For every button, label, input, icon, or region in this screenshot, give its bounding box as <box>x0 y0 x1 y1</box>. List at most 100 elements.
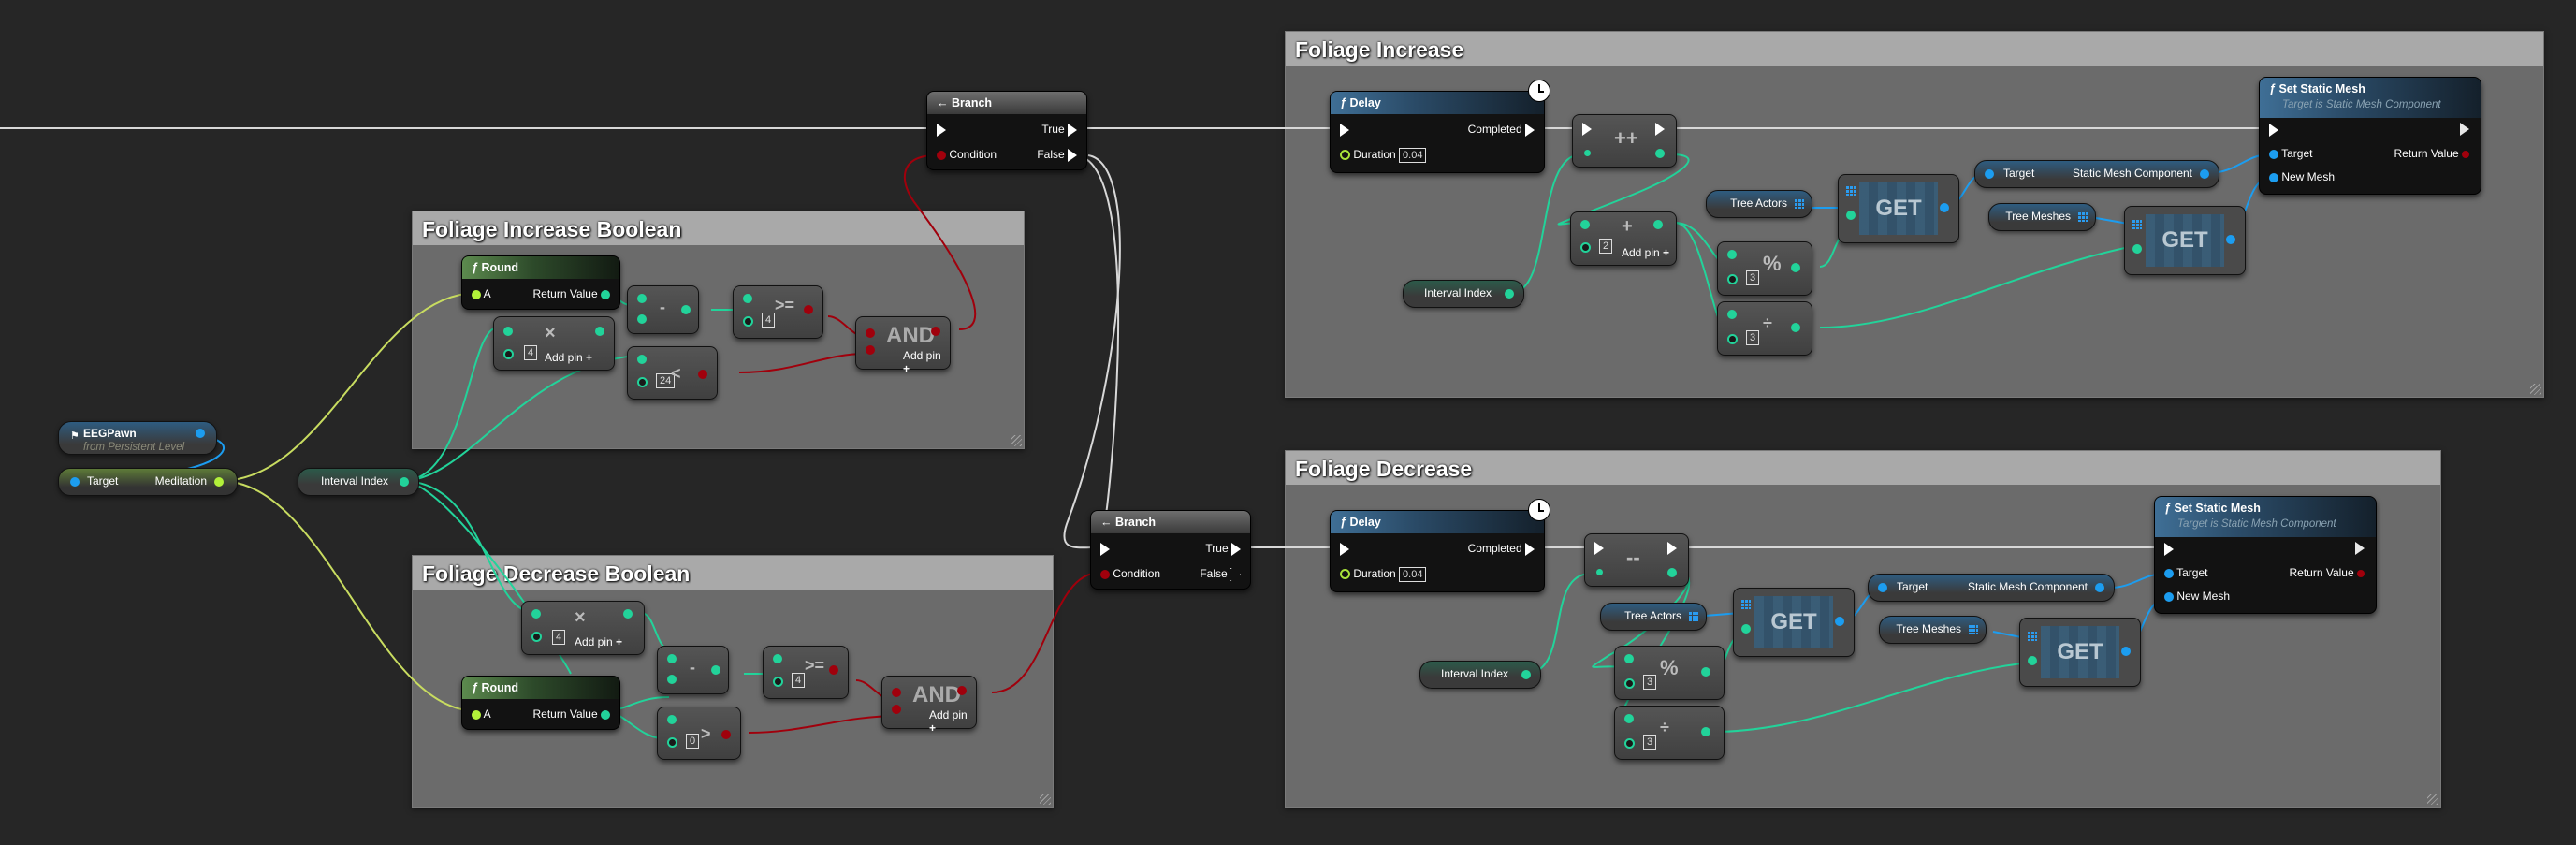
eegpawn-reference-node[interactable]: ⚑ EEGPawn from Persistent Level <box>58 421 217 455</box>
output-pin[interactable] <box>957 686 967 695</box>
get-node-tree-actors[interactable]: GET <box>1733 588 1855 657</box>
false-pin[interactable]: False <box>1200 567 1241 581</box>
round-node-increase[interactable]: ƒ Round A Return Value <box>461 255 620 310</box>
exec-input-pin[interactable] <box>2164 542 2174 556</box>
input-pin[interactable] <box>667 737 677 748</box>
get-node-tree-actors[interactable]: GET <box>1838 174 1959 243</box>
input-pin[interactable] <box>503 349 514 359</box>
get-static-mesh-component-node[interactable]: Target Static Mesh Component <box>1974 160 2219 188</box>
set-static-mesh-node-increase[interactable]: ƒ Set Static Mesh Target is Static Mesh … <box>2259 77 2481 195</box>
input-pin[interactable] <box>637 355 647 364</box>
tree-meshes-variable[interactable]: Tree Meshes <box>1988 203 2096 231</box>
duration-field[interactable]: 0.04 <box>1399 567 1427 582</box>
completed-pin[interactable]: Completed <box>1468 123 1535 137</box>
gt-const-field[interactable]: 0 <box>686 734 700 749</box>
output-pin[interactable] <box>681 305 691 314</box>
input-pin[interactable] <box>531 609 541 619</box>
set-static-mesh-node-decrease[interactable]: ƒ Set Static Mesh Target is Static Mesh … <box>2154 496 2377 614</box>
target-input-pin[interactable] <box>1985 169 1994 179</box>
exec-input-pin[interactable] <box>1340 542 1349 556</box>
divide-const-field[interactable]: 3 <box>1643 735 1657 750</box>
input-pin[interactable] <box>1624 654 1634 663</box>
meditation-output-pin[interactable] <box>214 477 224 487</box>
input-pin[interactable] <box>1727 334 1738 344</box>
exec-input-pin[interactable] <box>1100 542 1110 556</box>
input-pin[interactable] <box>637 314 647 324</box>
input-pin[interactable] <box>743 316 753 327</box>
target-input-pin[interactable] <box>70 477 80 487</box>
tree-meshes-variable[interactable]: Tree Meshes <box>1879 616 1987 644</box>
tree-actors-variable[interactable]: Tree Actors <box>1600 603 1707 631</box>
input-pin[interactable] <box>866 345 875 355</box>
comment-title[interactable]: Foliage Increase Boolean <box>413 211 1024 245</box>
array-icon[interactable] <box>1969 625 1978 634</box>
interval-index-variable[interactable]: Interval Index <box>298 468 419 496</box>
exec-input-pin[interactable] <box>1340 123 1349 137</box>
and-node-decrease[interactable]: AND Add pin + <box>881 676 977 735</box>
exec-input-pin[interactable] <box>2269 123 2278 137</box>
interval-index-output-pin[interactable] <box>1505 289 1514 299</box>
exec-output-pin[interactable] <box>2460 123 2469 138</box>
interval-index-output-pin[interactable] <box>400 477 409 487</box>
and-node-increase[interactable]: AND Add pin + <box>855 316 951 375</box>
duration-pin[interactable]: Duration 0.04 <box>1340 567 1427 582</box>
delay-node-increase[interactable]: ƒ Delay Completed Duration 0.04 <box>1330 91 1545 173</box>
input-pin[interactable] <box>773 654 782 663</box>
gte-const-field[interactable]: 4 <box>792 673 806 688</box>
input-pin[interactable] <box>1580 242 1591 253</box>
array-input-pin[interactable] <box>1741 600 1751 609</box>
false-pin[interactable]: False <box>1037 148 1077 162</box>
interval-index-variable[interactable]: Interval Index <box>1403 280 1524 308</box>
gte-node-decrease[interactable]: 4 >= <box>763 646 849 699</box>
gt-node-decrease[interactable]: 0 > <box>657 707 741 760</box>
tree-actors-variable[interactable]: Tree Actors <box>1706 190 1812 218</box>
multiply-const-field[interactable]: 4 <box>524 345 538 360</box>
input-pin[interactable] <box>667 715 677 724</box>
modulo-const-field[interactable]: 3 <box>1746 270 1760 285</box>
comment-title[interactable]: Foliage Decrease <box>1286 451 2440 485</box>
input-pin[interactable] <box>1624 678 1635 689</box>
input-pin[interactable] <box>1727 274 1738 284</box>
input-pin[interactable] <box>866 328 875 338</box>
output-pin[interactable] <box>1791 323 1800 332</box>
input-pin[interactable] <box>531 632 542 642</box>
multiply-node-decrease[interactable]: 4 × Add pin + <box>521 601 645 655</box>
return-value-pin[interactable]: Return Value <box>2394 147 2469 160</box>
add-pin-button[interactable]: Add pin + <box>929 708 976 735</box>
duration-pin[interactable]: Duration 0.04 <box>1340 148 1427 163</box>
interval-index-variable[interactable]: Interval Index <box>1419 661 1541 689</box>
array-input-pin[interactable] <box>1846 186 1856 196</box>
component-output-pin[interactable] <box>2095 583 2104 592</box>
round-a-pin[interactable]: A <box>472 707 491 721</box>
input-pin[interactable] <box>1596 569 1603 575</box>
modulo-node-increase[interactable]: 3 % <box>1717 241 1812 296</box>
duration-field[interactable]: 0.04 <box>1399 148 1427 163</box>
component-output-pin[interactable] <box>2200 169 2209 179</box>
output-pin[interactable] <box>804 305 813 314</box>
exec-input-pin[interactable] <box>1582 123 1592 136</box>
round-a-pin[interactable]: A <box>472 287 491 300</box>
round-return-pin[interactable]: Return Value <box>533 707 610 721</box>
round-return-pin[interactable]: Return Value <box>533 287 610 300</box>
output-pin[interactable] <box>1667 568 1677 577</box>
delay-node-decrease[interactable]: ƒ Delay Completed Duration 0.04 <box>1330 510 1545 592</box>
input-pin[interactable] <box>503 327 513 336</box>
resize-handle[interactable] <box>1040 794 1051 805</box>
lt-node-increase[interactable]: 24 < <box>627 346 718 400</box>
output-pin[interactable] <box>721 730 731 739</box>
add-pin-button[interactable]: Add pin + <box>575 635 622 648</box>
input-pin[interactable] <box>637 294 647 303</box>
exec-input-pin[interactable] <box>1594 542 1604 555</box>
eegpawn-output-pin[interactable] <box>196 429 205 438</box>
input-pin[interactable] <box>1727 310 1737 319</box>
comment-title[interactable]: Foliage Decrease Boolean <box>413 556 1053 590</box>
output-pin[interactable] <box>711 665 720 675</box>
output-pin[interactable] <box>698 370 707 379</box>
modulo-node-decrease[interactable]: 3 % <box>1614 646 1725 700</box>
input-pin[interactable] <box>667 654 677 663</box>
gte-const-field[interactable]: 4 <box>762 313 776 328</box>
output-pin[interactable] <box>2121 647 2131 656</box>
add-node-increase[interactable]: 2 + Add pin + <box>1570 211 1677 266</box>
get-node-tree-meshes[interactable]: GET <box>2019 618 2141 687</box>
input-pin[interactable] <box>1624 738 1635 749</box>
